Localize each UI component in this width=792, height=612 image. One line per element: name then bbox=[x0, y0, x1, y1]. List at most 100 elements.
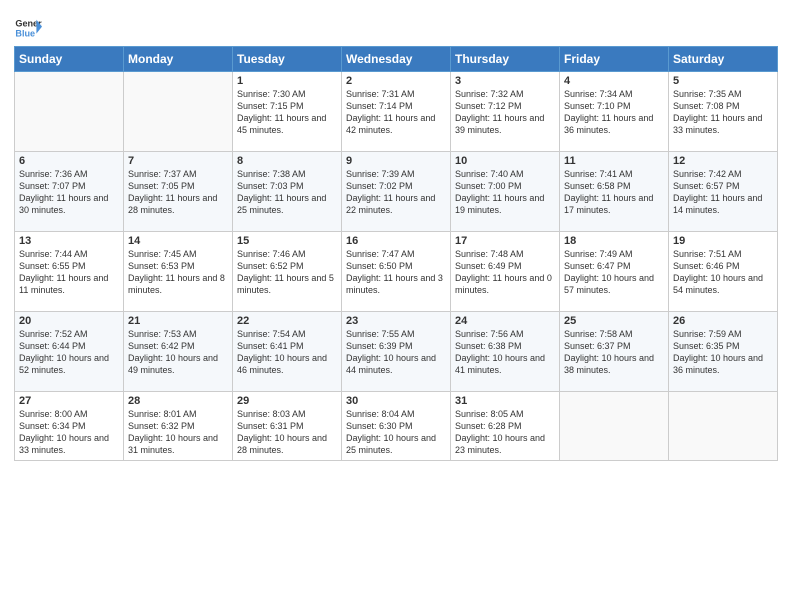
day-info: Sunrise: 7:32 AM Sunset: 7:12 PM Dayligh… bbox=[455, 88, 555, 137]
day-info: Sunrise: 7:36 AM Sunset: 7:07 PM Dayligh… bbox=[19, 168, 119, 217]
day-info: Sunrise: 8:01 AM Sunset: 6:32 PM Dayligh… bbox=[128, 408, 228, 457]
day-info: Sunrise: 7:44 AM Sunset: 6:55 PM Dayligh… bbox=[19, 248, 119, 297]
day-info: Sunrise: 7:51 AM Sunset: 6:46 PM Dayligh… bbox=[673, 248, 773, 297]
calendar-cell: 10Sunrise: 7:40 AM Sunset: 7:00 PM Dayli… bbox=[451, 152, 560, 232]
calendar-cell: 31Sunrise: 8:05 AM Sunset: 6:28 PM Dayli… bbox=[451, 392, 560, 461]
weekday-header-wednesday: Wednesday bbox=[342, 47, 451, 72]
week-row-1: 1Sunrise: 7:30 AM Sunset: 7:15 PM Daylig… bbox=[15, 72, 778, 152]
day-info: Sunrise: 7:39 AM Sunset: 7:02 PM Dayligh… bbox=[346, 168, 446, 217]
day-number: 4 bbox=[564, 75, 664, 87]
day-info: Sunrise: 8:04 AM Sunset: 6:30 PM Dayligh… bbox=[346, 408, 446, 457]
calendar-cell bbox=[560, 392, 669, 461]
day-number: 31 bbox=[455, 395, 555, 407]
day-number: 15 bbox=[237, 235, 337, 247]
day-info: Sunrise: 7:42 AM Sunset: 6:57 PM Dayligh… bbox=[673, 168, 773, 217]
calendar-cell bbox=[15, 72, 124, 152]
day-number: 11 bbox=[564, 155, 664, 167]
calendar-cell: 18Sunrise: 7:49 AM Sunset: 6:47 PM Dayli… bbox=[560, 232, 669, 312]
logo: General Blue bbox=[14, 14, 44, 42]
day-number: 6 bbox=[19, 155, 119, 167]
calendar-cell: 2Sunrise: 7:31 AM Sunset: 7:14 PM Daylig… bbox=[342, 72, 451, 152]
calendar-cell: 13Sunrise: 7:44 AM Sunset: 6:55 PM Dayli… bbox=[15, 232, 124, 312]
calendar-cell: 30Sunrise: 8:04 AM Sunset: 6:30 PM Dayli… bbox=[342, 392, 451, 461]
week-row-2: 6Sunrise: 7:36 AM Sunset: 7:07 PM Daylig… bbox=[15, 152, 778, 232]
day-info: Sunrise: 7:56 AM Sunset: 6:38 PM Dayligh… bbox=[455, 328, 555, 377]
day-info: Sunrise: 7:47 AM Sunset: 6:50 PM Dayligh… bbox=[346, 248, 446, 297]
calendar-cell: 23Sunrise: 7:55 AM Sunset: 6:39 PM Dayli… bbox=[342, 312, 451, 392]
day-info: Sunrise: 7:34 AM Sunset: 7:10 PM Dayligh… bbox=[564, 88, 664, 137]
weekday-header-sunday: Sunday bbox=[15, 47, 124, 72]
day-number: 23 bbox=[346, 315, 446, 327]
weekday-header-row: SundayMondayTuesdayWednesdayThursdayFrid… bbox=[15, 47, 778, 72]
svg-text:Blue: Blue bbox=[15, 28, 35, 38]
week-row-3: 13Sunrise: 7:44 AM Sunset: 6:55 PM Dayli… bbox=[15, 232, 778, 312]
calendar-cell: 19Sunrise: 7:51 AM Sunset: 6:46 PM Dayli… bbox=[669, 232, 778, 312]
day-number: 28 bbox=[128, 395, 228, 407]
calendar-cell: 29Sunrise: 8:03 AM Sunset: 6:31 PM Dayli… bbox=[233, 392, 342, 461]
calendar-cell: 26Sunrise: 7:59 AM Sunset: 6:35 PM Dayli… bbox=[669, 312, 778, 392]
day-info: Sunrise: 7:37 AM Sunset: 7:05 PM Dayligh… bbox=[128, 168, 228, 217]
calendar-cell: 12Sunrise: 7:42 AM Sunset: 6:57 PM Dayli… bbox=[669, 152, 778, 232]
calendar-cell: 8Sunrise: 7:38 AM Sunset: 7:03 PM Daylig… bbox=[233, 152, 342, 232]
weekday-header-monday: Monday bbox=[124, 47, 233, 72]
day-number: 21 bbox=[128, 315, 228, 327]
calendar-cell: 24Sunrise: 7:56 AM Sunset: 6:38 PM Dayli… bbox=[451, 312, 560, 392]
day-info: Sunrise: 7:48 AM Sunset: 6:49 PM Dayligh… bbox=[455, 248, 555, 297]
day-number: 18 bbox=[564, 235, 664, 247]
day-number: 8 bbox=[237, 155, 337, 167]
calendar-cell: 21Sunrise: 7:53 AM Sunset: 6:42 PM Dayli… bbox=[124, 312, 233, 392]
day-number: 7 bbox=[128, 155, 228, 167]
calendar-cell: 16Sunrise: 7:47 AM Sunset: 6:50 PM Dayli… bbox=[342, 232, 451, 312]
day-info: Sunrise: 7:53 AM Sunset: 6:42 PM Dayligh… bbox=[128, 328, 228, 377]
calendar-cell: 14Sunrise: 7:45 AM Sunset: 6:53 PM Dayli… bbox=[124, 232, 233, 312]
day-info: Sunrise: 7:38 AM Sunset: 7:03 PM Dayligh… bbox=[237, 168, 337, 217]
day-info: Sunrise: 8:03 AM Sunset: 6:31 PM Dayligh… bbox=[237, 408, 337, 457]
day-number: 30 bbox=[346, 395, 446, 407]
day-info: Sunrise: 7:59 AM Sunset: 6:35 PM Dayligh… bbox=[673, 328, 773, 377]
day-info: Sunrise: 7:40 AM Sunset: 7:00 PM Dayligh… bbox=[455, 168, 555, 217]
day-number: 13 bbox=[19, 235, 119, 247]
calendar-cell: 4Sunrise: 7:34 AM Sunset: 7:10 PM Daylig… bbox=[560, 72, 669, 152]
day-info: Sunrise: 7:54 AM Sunset: 6:41 PM Dayligh… bbox=[237, 328, 337, 377]
calendar-cell bbox=[124, 72, 233, 152]
calendar-cell: 17Sunrise: 7:48 AM Sunset: 6:49 PM Dayli… bbox=[451, 232, 560, 312]
day-number: 29 bbox=[237, 395, 337, 407]
calendar-cell bbox=[669, 392, 778, 461]
calendar-cell: 11Sunrise: 7:41 AM Sunset: 6:58 PM Dayli… bbox=[560, 152, 669, 232]
weekday-header-friday: Friday bbox=[560, 47, 669, 72]
day-info: Sunrise: 7:35 AM Sunset: 7:08 PM Dayligh… bbox=[673, 88, 773, 137]
day-info: Sunrise: 7:31 AM Sunset: 7:14 PM Dayligh… bbox=[346, 88, 446, 137]
weekday-header-thursday: Thursday bbox=[451, 47, 560, 72]
page-container: General Blue SundayMondayTuesdayWednesda… bbox=[0, 0, 792, 471]
day-number: 9 bbox=[346, 155, 446, 167]
day-number: 12 bbox=[673, 155, 773, 167]
weekday-header-saturday: Saturday bbox=[669, 47, 778, 72]
logo-icon: General Blue bbox=[14, 14, 42, 42]
day-number: 17 bbox=[455, 235, 555, 247]
header: General Blue bbox=[14, 10, 778, 42]
calendar-cell: 7Sunrise: 7:37 AM Sunset: 7:05 PM Daylig… bbox=[124, 152, 233, 232]
day-info: Sunrise: 7:52 AM Sunset: 6:44 PM Dayligh… bbox=[19, 328, 119, 377]
day-info: Sunrise: 8:00 AM Sunset: 6:34 PM Dayligh… bbox=[19, 408, 119, 457]
calendar-cell: 5Sunrise: 7:35 AM Sunset: 7:08 PM Daylig… bbox=[669, 72, 778, 152]
day-number: 5 bbox=[673, 75, 773, 87]
day-number: 26 bbox=[673, 315, 773, 327]
day-number: 20 bbox=[19, 315, 119, 327]
calendar-cell: 9Sunrise: 7:39 AM Sunset: 7:02 PM Daylig… bbox=[342, 152, 451, 232]
day-number: 14 bbox=[128, 235, 228, 247]
day-number: 25 bbox=[564, 315, 664, 327]
calendar-cell: 20Sunrise: 7:52 AM Sunset: 6:44 PM Dayli… bbox=[15, 312, 124, 392]
day-info: Sunrise: 7:55 AM Sunset: 6:39 PM Dayligh… bbox=[346, 328, 446, 377]
day-number: 22 bbox=[237, 315, 337, 327]
day-number: 19 bbox=[673, 235, 773, 247]
week-row-4: 20Sunrise: 7:52 AM Sunset: 6:44 PM Dayli… bbox=[15, 312, 778, 392]
calendar-table: SundayMondayTuesdayWednesdayThursdayFrid… bbox=[14, 46, 778, 461]
calendar-cell: 28Sunrise: 8:01 AM Sunset: 6:32 PM Dayli… bbox=[124, 392, 233, 461]
day-info: Sunrise: 7:30 AM Sunset: 7:15 PM Dayligh… bbox=[237, 88, 337, 137]
day-number: 10 bbox=[455, 155, 555, 167]
day-number: 27 bbox=[19, 395, 119, 407]
calendar-cell: 6Sunrise: 7:36 AM Sunset: 7:07 PM Daylig… bbox=[15, 152, 124, 232]
calendar-cell: 27Sunrise: 8:00 AM Sunset: 6:34 PM Dayli… bbox=[15, 392, 124, 461]
day-info: Sunrise: 7:45 AM Sunset: 6:53 PM Dayligh… bbox=[128, 248, 228, 297]
day-number: 3 bbox=[455, 75, 555, 87]
